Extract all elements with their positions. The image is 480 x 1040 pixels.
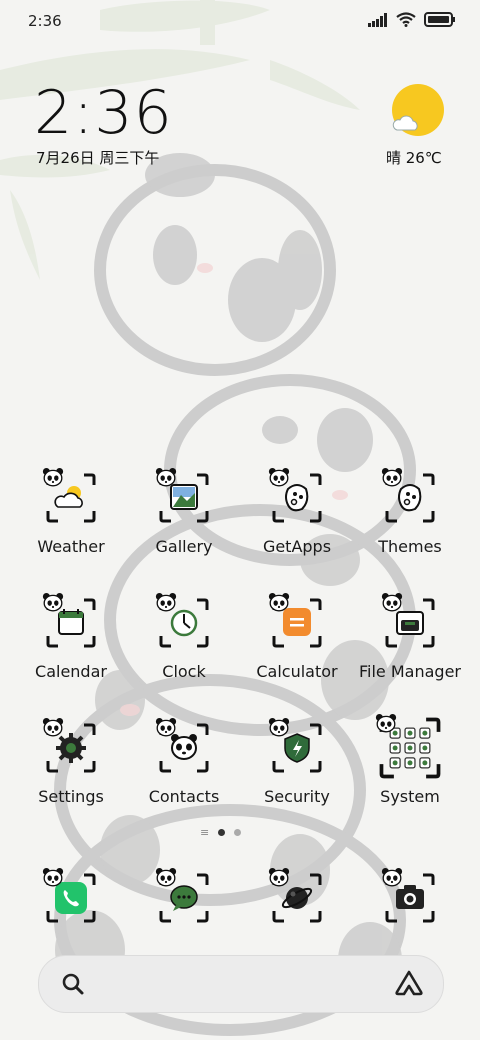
signal-icon [368,12,387,27]
app-label: Gallery [155,537,213,556]
panda-badge-icon [155,717,177,737]
app-label: File Manager [359,662,461,681]
panda-badge-icon [42,592,64,612]
app-label: Calendar [35,662,107,681]
clock-widget-time[interactable]: 2:36 [34,78,173,148]
app-label: Clock [162,662,206,681]
battery-icon [424,12,455,27]
panda-badge-icon [155,592,177,612]
status-icons [368,12,456,27]
app-weather[interactable]: Weather [16,467,126,573]
menu-lines-icon: ≡ [200,826,210,839]
app-label: Themes [378,537,442,556]
page-indicator[interactable]: ≡ [200,826,242,839]
status-bar: 2:36 [0,0,480,42]
search-bar[interactable] [38,955,444,1013]
clock-widget-date: 7月26日 周三下午 [36,149,160,167]
panda-badge-icon [268,592,290,612]
panda-badge-icon [381,592,403,612]
app-gallery[interactable]: Gallery [129,467,239,573]
search-icon[interactable] [61,972,85,996]
app-system-folder[interactable]: System [355,713,465,823]
app-file-manager[interactable]: File Manager [355,592,465,698]
app-label: Weather [37,537,105,556]
app-settings[interactable]: Settings [16,717,126,823]
panda-badge-icon [155,867,177,887]
panda-badge-icon [268,467,290,487]
app-contacts[interactable]: Contacts [129,717,239,823]
page-dot-active[interactable] [218,829,226,836]
status-time: 2:36 [28,12,62,30]
app-label: System [380,787,440,806]
wifi-icon [396,12,416,27]
panda-badge-icon [381,467,403,487]
cloud-icon [392,115,418,131]
panda-badge-icon [42,717,64,737]
app-calculator[interactable]: Calculator [242,592,352,698]
app-calendar[interactable]: Calendar [16,592,126,698]
panda-badge-icon [381,867,403,887]
panda-badge-icon [268,867,290,887]
app-label: Security [264,787,330,806]
app-label: GetApps [262,537,332,556]
app-clock[interactable]: Clock [129,592,239,698]
page-dot[interactable] [234,829,242,836]
panda-badge-icon [375,713,397,733]
weather-widget-text: 晴 26℃ [386,149,442,167]
panda-badge-icon [42,867,64,887]
panda-badge-icon [42,467,64,487]
app-themes[interactable]: Themes [355,467,465,573]
panda-badge-icon [155,467,177,487]
panda-badge-icon [268,717,290,737]
app-label: Settings [38,787,104,806]
app-getapps[interactable]: GetApps [242,467,352,573]
app-label: Calculator [256,662,338,681]
app-label: Contacts [148,787,220,806]
app-security[interactable]: Security [242,717,352,823]
assistant-icon[interactable] [395,970,423,996]
